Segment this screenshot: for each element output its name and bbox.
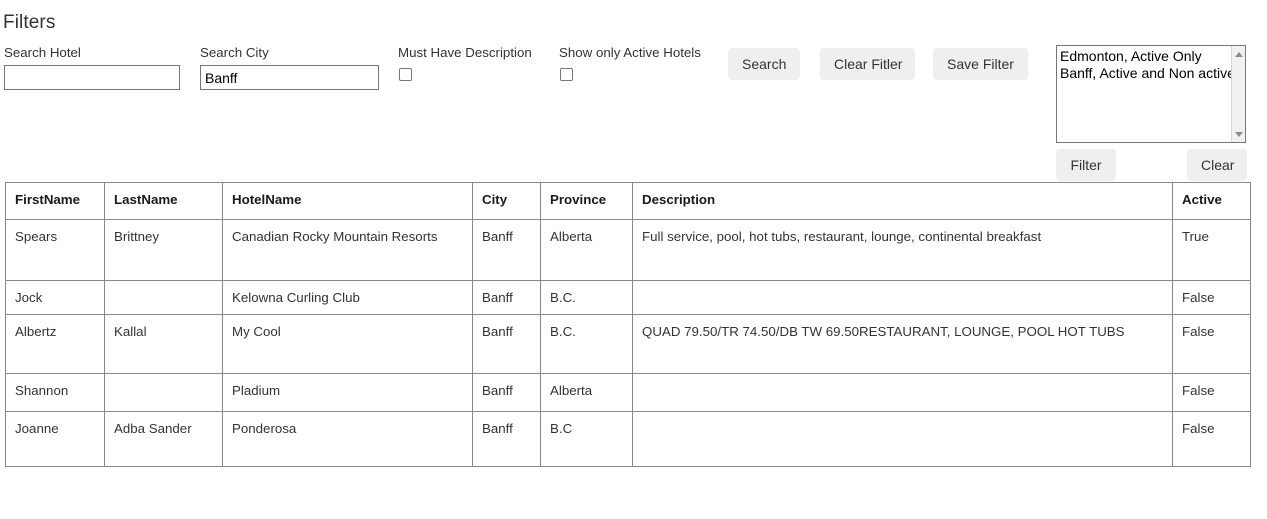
show-only-active-checkbox[interactable]: [560, 68, 573, 81]
show-only-active-label: Show only Active Hotels: [559, 45, 701, 60]
saved-filters-scrollbar[interactable]: [1231, 46, 1245, 142]
cell-description: [632, 280, 1173, 315]
search-city-label: Search City: [200, 45, 269, 60]
cell-hotelname: Kelowna Curling Club: [222, 280, 473, 315]
cell-description: [632, 373, 1173, 412]
cell-city: Banff: [472, 373, 541, 412]
must-have-description-checkbox[interactable]: [399, 68, 412, 81]
cell-active: False: [1172, 411, 1251, 467]
show-only-active-field-block: Show only Active Hotels: [559, 45, 701, 81]
column-header-lastname[interactable]: LastName: [104, 182, 223, 220]
cell-lastname: Adba Sander: [104, 411, 223, 467]
cell-hotelname: Canadian Rocky Mountain Resorts: [222, 219, 473, 281]
column-header-active[interactable]: Active: [1172, 182, 1251, 220]
cell-active: False: [1172, 373, 1251, 412]
saved-filter-option[interactable]: Banff, Active and Non active: [1060, 65, 1231, 82]
cell-firstname: Shannon: [5, 373, 105, 412]
search-hotel-field-block: Search Hotel: [4, 45, 180, 90]
results-table-body: Spears Brittney Canadian Rocky Mountain …: [5, 219, 1251, 467]
column-header-province[interactable]: Province: [540, 182, 633, 220]
column-header-city[interactable]: City: [472, 182, 541, 220]
table-header-row: FirstName LastName HotelName City Provin…: [5, 182, 1251, 220]
saved-filter-option[interactable]: Edmonton, Active Only: [1060, 48, 1231, 65]
cell-province: B.C.: [540, 280, 633, 315]
save-filter-button[interactable]: Save Filter: [933, 48, 1028, 80]
cell-city: Banff: [472, 219, 541, 281]
filter-button[interactable]: Filter: [1056, 149, 1116, 181]
table-row[interactable]: Jock Kelowna Curling Club Banff B.C. Fal…: [5, 280, 1251, 315]
cell-city: Banff: [472, 314, 541, 374]
cell-lastname: Brittney: [104, 219, 223, 281]
cell-description: [632, 411, 1173, 467]
clear-button[interactable]: Clear: [1187, 149, 1247, 181]
search-hotel-input[interactable]: [4, 65, 180, 90]
search-hotel-label: Search Hotel: [4, 45, 81, 60]
search-button[interactable]: Search: [728, 48, 800, 80]
cell-province: B.C.: [540, 314, 633, 374]
cell-province: B.C: [540, 411, 633, 467]
page-title: Filters: [3, 12, 56, 33]
cell-firstname: Albertz: [5, 314, 105, 374]
column-header-description[interactable]: Description: [632, 182, 1173, 220]
cell-province: Alberta: [540, 219, 633, 281]
cell-description: QUAD 79.50/TR 74.50/DB TW 69.50RESTAURAN…: [632, 314, 1173, 374]
cell-firstname: Jock: [5, 280, 105, 315]
table-row[interactable]: Joanne Adba Sander Ponderosa Banff B.C F…: [5, 411, 1251, 467]
table-row[interactable]: Shannon Pladium Banff Alberta False: [5, 373, 1251, 412]
saved-filters-options: Edmonton, Active Only Banff, Active and …: [1057, 46, 1231, 142]
cell-firstname: Spears: [5, 219, 105, 281]
clear-filter-button[interactable]: Clear Fitler: [820, 48, 915, 80]
results-table-head: FirstName LastName HotelName City Provin…: [5, 182, 1251, 220]
cell-province: Alberta: [540, 373, 633, 412]
table-row[interactable]: Spears Brittney Canadian Rocky Mountain …: [5, 219, 1251, 281]
caret-up-icon[interactable]: [1232, 47, 1245, 61]
results-table: FirstName LastName HotelName City Provin…: [5, 182, 1251, 467]
must-have-description-field-block: Must Have Description: [398, 45, 532, 81]
cell-hotelname: My Cool: [222, 314, 473, 374]
cell-city: Banff: [472, 411, 541, 467]
table-row[interactable]: Albertz Kallal My Cool Banff B.C. QUAD 7…: [5, 314, 1251, 374]
cell-active: False: [1172, 314, 1251, 374]
cell-city: Banff: [472, 280, 541, 315]
search-city-field-block: Search City: [200, 45, 379, 90]
cell-lastname: Kallal: [104, 314, 223, 374]
cell-lastname: [104, 280, 223, 315]
cell-description: Full service, pool, hot tubs, restaurant…: [632, 219, 1173, 281]
caret-down-icon[interactable]: [1232, 127, 1245, 141]
must-have-description-label: Must Have Description: [398, 45, 532, 60]
cell-active: True: [1172, 219, 1251, 281]
saved-filters-listbox[interactable]: Edmonton, Active Only Banff, Active and …: [1056, 45, 1246, 143]
search-city-input[interactable]: [200, 65, 379, 90]
cell-lastname: [104, 373, 223, 412]
cell-hotelname: Ponderosa: [222, 411, 473, 467]
cell-hotelname: Pladium: [222, 373, 473, 412]
cell-firstname: Joanne: [5, 411, 105, 467]
column-header-hotelname[interactable]: HotelName: [222, 182, 473, 220]
column-header-firstname[interactable]: FirstName: [5, 182, 105, 220]
cell-active: False: [1172, 280, 1251, 315]
